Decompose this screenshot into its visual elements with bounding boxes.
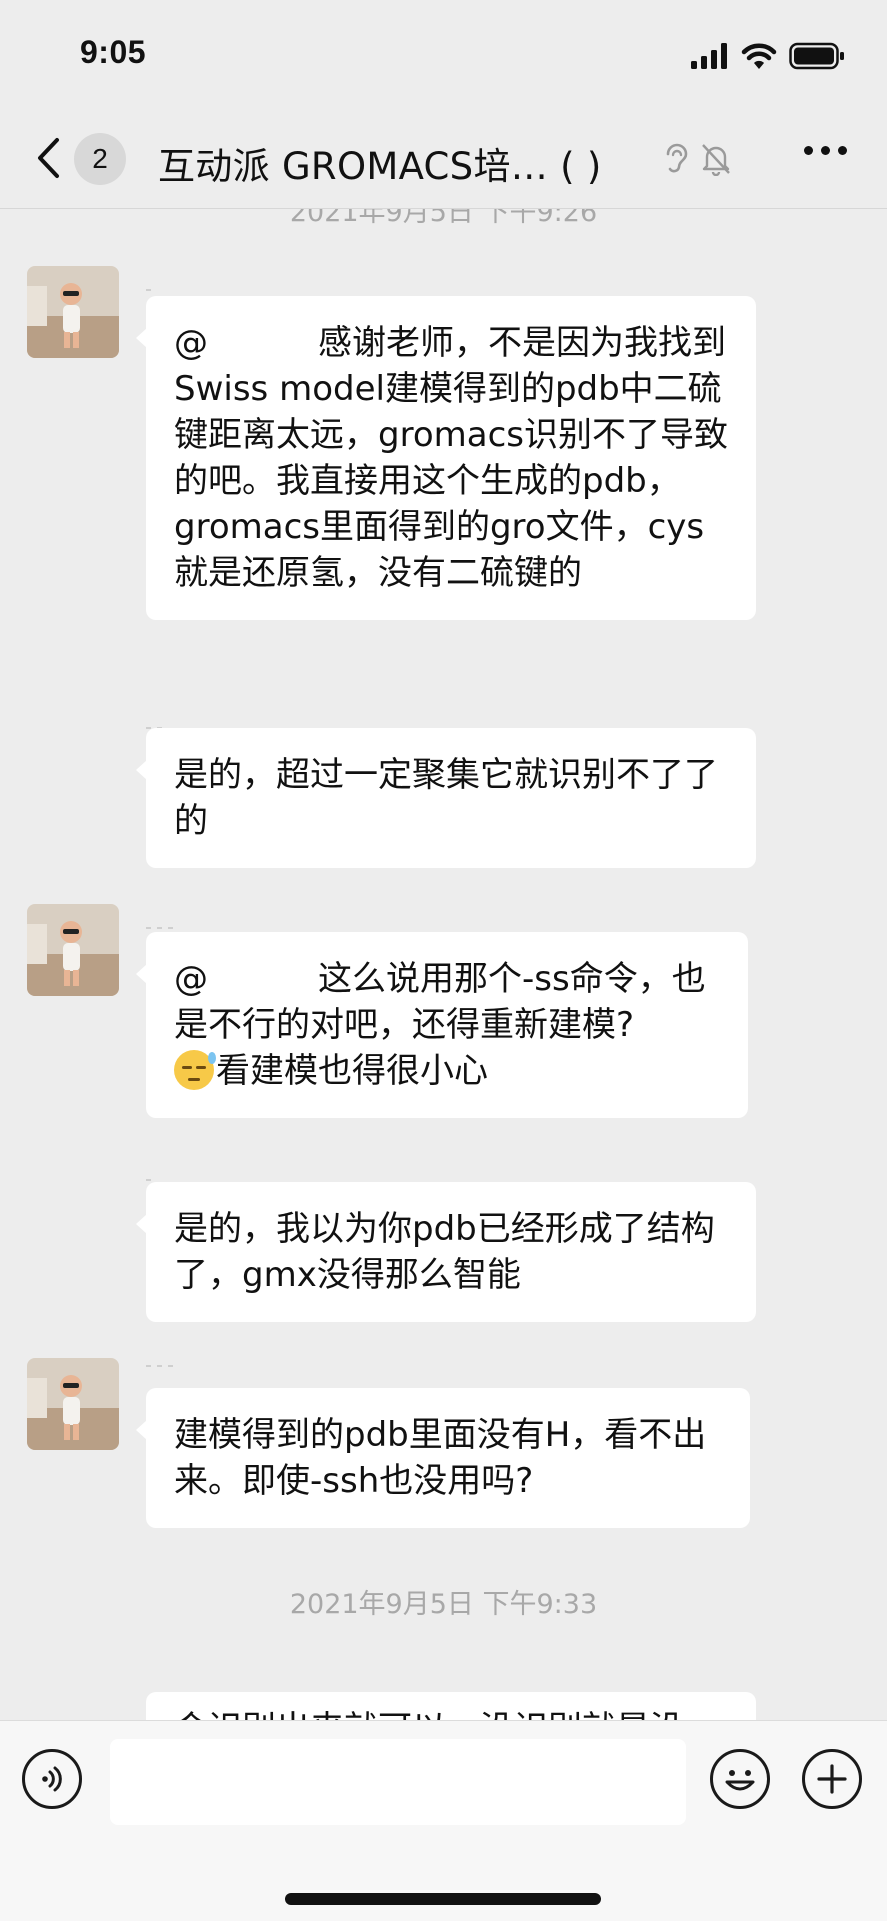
back-button[interactable] — [28, 132, 68, 184]
message-bubble[interactable]: 是的，我以为你pdb已经形成了结构了，gmx没得那么智能 — [136, 1182, 756, 1322]
timestamp: 2021年9月5日 下午9:26 — [289, 208, 598, 228]
voice-button[interactable] — [22, 1749, 82, 1809]
chat-title[interactable]: 互动派 GROMACS培… ( ) — [158, 136, 602, 190]
status-bar: 9:05 — [0, 0, 887, 110]
message-text: 看建模也得很小心 — [216, 1051, 488, 1091]
unread-count-badge[interactable]: 2 — [74, 133, 126, 185]
more-functions-button[interactable] — [802, 1749, 862, 1809]
timestamp: 2021年9月5日 下午9:33 — [289, 1589, 598, 1620]
plus-icon — [817, 1764, 847, 1794]
title-status-icons — [662, 142, 732, 176]
message-bubble[interactable]: @ 这么说用那个-ss命令，也是不行的对吧，还得重新建模? 看建模也得很小心 — [136, 932, 748, 1118]
chevron-left-icon — [38, 138, 59, 178]
message-list[interactable]: 2021年9月5日 下午9:26 @ 感谢老师，不是因为我找到Swiss mode… — [0, 208, 887, 1720]
signal-icon — [691, 43, 727, 69]
sweat-emoji-icon — [174, 1050, 216, 1090]
ear-icon — [666, 143, 688, 173]
message-bubble[interactable]: 会识别出来就可以，没识别就是没 — [146, 1692, 756, 1720]
redacted-name — [208, 965, 318, 996]
status-icons — [691, 40, 845, 72]
mention[interactable]: @ — [174, 323, 208, 363]
more-button[interactable] — [804, 146, 847, 155]
sender-name — [146, 1166, 157, 1182]
message-text: 会识别出来就可以，没识别就是没 — [174, 1709, 684, 1720]
message-bubble[interactable]: 建模得到的pdb里面没有H，看不出来。即使-ssh也没用吗? — [136, 1388, 750, 1528]
avatar[interactable] — [27, 266, 119, 358]
chat-header: 2 互动派 GROMACS培… ( ) — [0, 110, 887, 209]
sender-name — [146, 914, 179, 930]
voice-icon — [42, 1766, 62, 1792]
message-text: 建模得到的pdb里面没有H，看不出来。即使-ssh也没用吗? — [174, 1415, 707, 1501]
emoji-icon — [725, 1770, 755, 1791]
sender-name — [146, 1352, 179, 1368]
wifi-icon — [741, 43, 777, 69]
message-text: 是的，超过一定聚集它就识别不了了的 — [174, 755, 718, 841]
mention[interactable]: @ — [174, 959, 208, 999]
battery-icon — [789, 42, 844, 70]
message-text: 感谢老师，不是因为我找到Swiss model建模得到的pdb中二硫键距离太远，… — [174, 323, 728, 593]
message-bubble[interactable]: 是的，超过一定聚集它就识别不了了的 — [136, 728, 756, 868]
more-icon — [804, 146, 813, 155]
avatar[interactable] — [27, 904, 119, 996]
redacted-name — [208, 329, 318, 360]
avatar[interactable] — [27, 1358, 119, 1450]
bell-off-icon — [702, 144, 730, 176]
emoji-button[interactable] — [710, 1749, 770, 1809]
home-indicator — [285, 1893, 601, 1905]
message-text: 是的，我以为你pdb已经形成了结构了，gmx没得那么智能 — [174, 1209, 715, 1295]
clock: 9:05 — [80, 34, 147, 70]
message-input[interactable] — [110, 1739, 686, 1825]
message-bubble[interactable]: @ 感谢老师，不是因为我找到Swiss model建模得到的pdb中二硫键距离太远… — [136, 296, 756, 620]
sender-name — [146, 276, 157, 292]
input-bar — [0, 1720, 887, 1921]
